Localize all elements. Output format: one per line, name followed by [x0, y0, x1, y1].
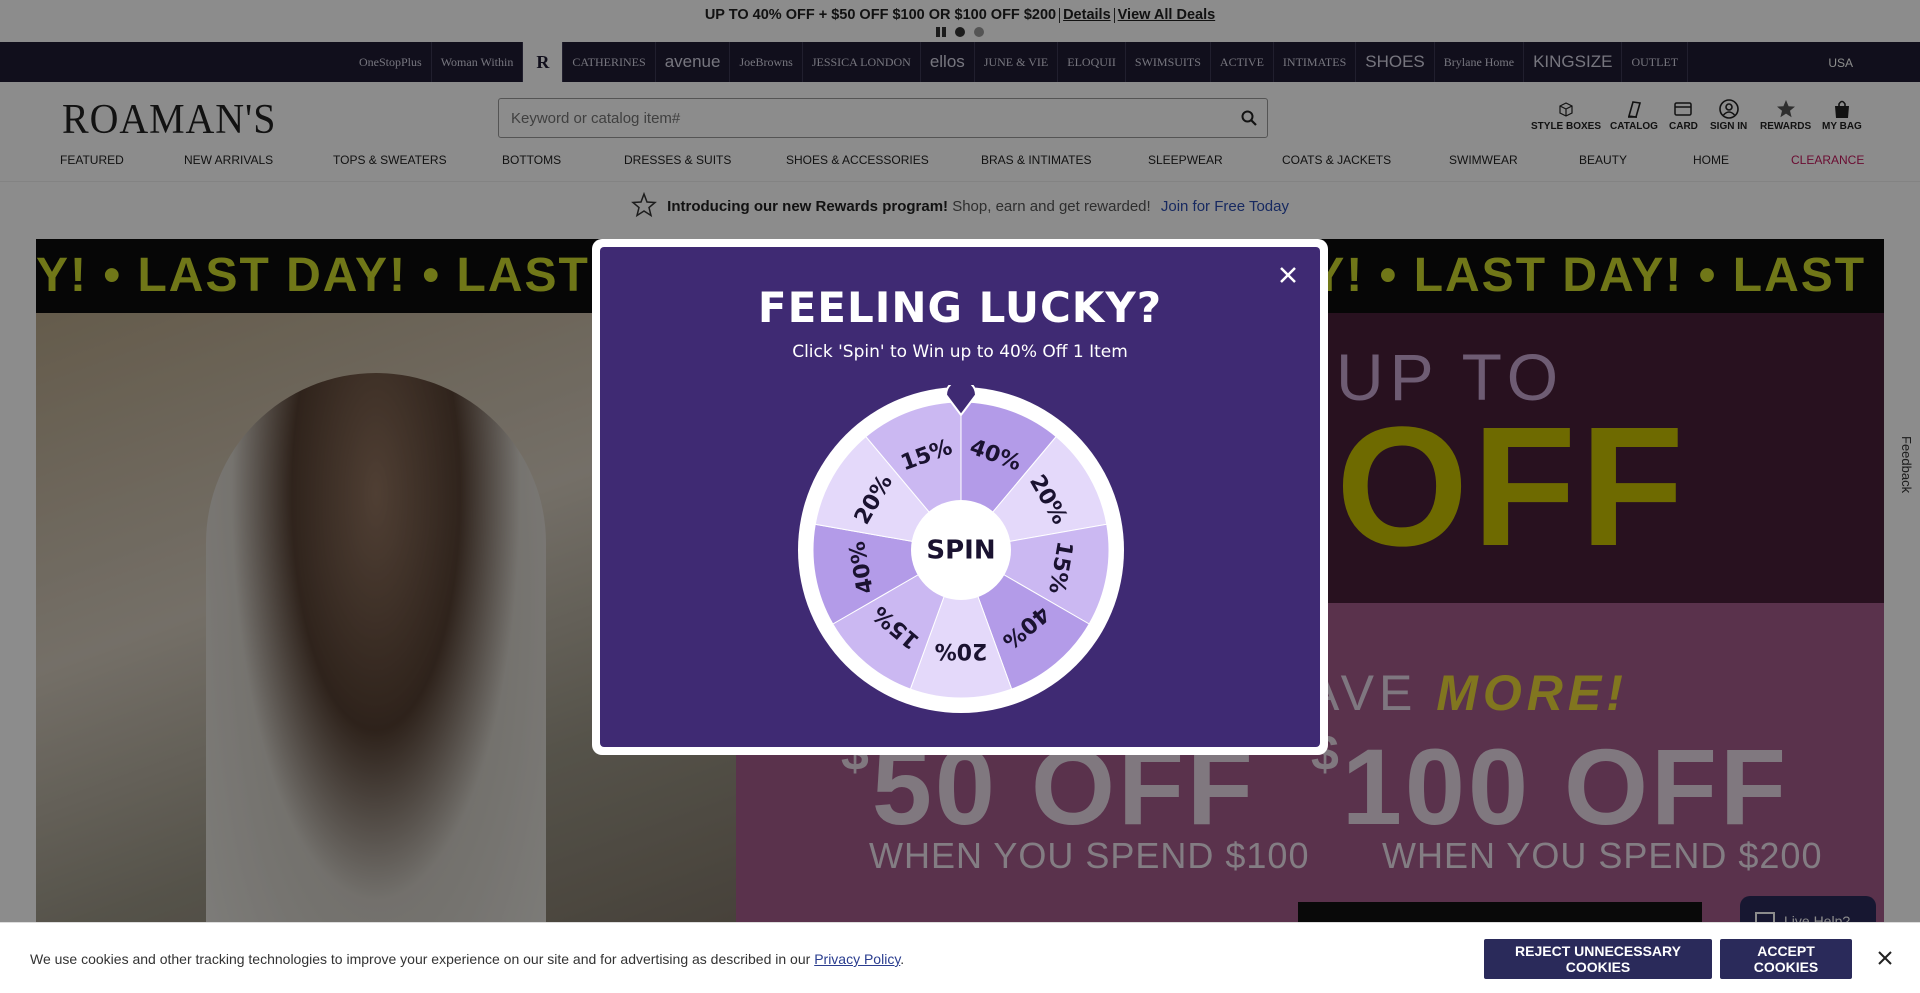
- spin-button-label[interactable]: SPIN: [926, 536, 995, 566]
- modal-body: FEELING LUCKY? Click 'Spin' to Win up to…: [600, 247, 1320, 747]
- cookie-banner: We use cookies and other tracking techno…: [0, 922, 1920, 993]
- modal-title: FEELING LUCKY?: [757, 283, 1163, 332]
- cookie-message: We use cookies and other tracking techno…: [30, 951, 811, 967]
- privacy-policy-link[interactable]: Privacy Policy: [814, 951, 900, 967]
- wheel-segment-label: 20%: [935, 638, 988, 663]
- cookie-text: We use cookies and other tracking techno…: [30, 951, 904, 967]
- spin-wheel-modal: FEELING LUCKY? Click 'Spin' to Win up to…: [592, 239, 1328, 755]
- cookie-period: .: [900, 951, 905, 967]
- accept-cookies-button[interactable]: ACCEPT COOKIES: [1720, 939, 1852, 979]
- prize-wheel-graphic: 40%20%15%40%20%15%40%20%15%SPIN: [798, 379, 1124, 713]
- close-icon[interactable]: [1876, 949, 1894, 967]
- modal-subtitle: Click 'Spin' to Win up to 40% Off 1 Item: [792, 342, 1128, 362]
- prize-wheel[interactable]: 40% 20% 15% 40% 20% 15% 40% 20% 15% SPIN: [796, 379, 1126, 715]
- reject-cookies-button[interactable]: REJECT UNNECESSARY COOKIES: [1484, 939, 1712, 979]
